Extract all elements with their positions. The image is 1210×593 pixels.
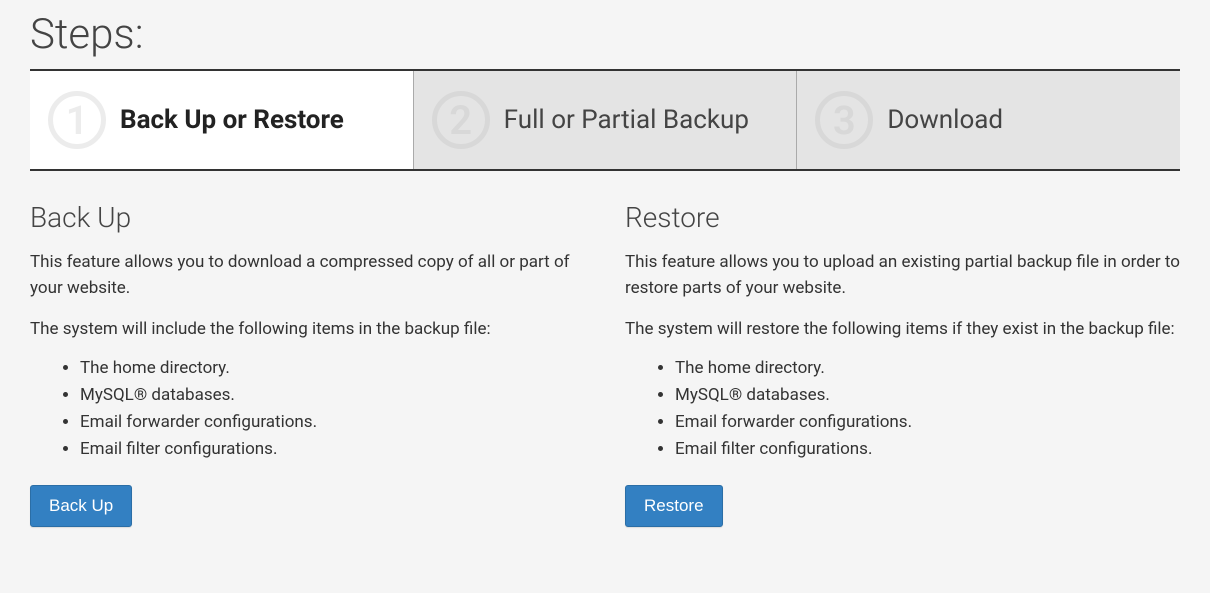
step-number-icon: 1 — [48, 91, 106, 149]
list-item: MySQL® databases. — [675, 382, 1180, 409]
step-number-icon: 3 — [815, 91, 873, 149]
content-columns: Back Up This feature allows you to downl… — [30, 201, 1180, 527]
backup-description: This feature allows you to download a co… — [30, 250, 585, 301]
backup-button[interactable]: Back Up — [30, 485, 132, 527]
step-tab-3[interactable]: 3 Download — [797, 71, 1180, 169]
step-label: Full or Partial Backup — [504, 105, 749, 135]
backup-list-intro: The system will include the following it… — [30, 317, 585, 343]
list-item: Email forwarder configurations. — [80, 409, 585, 436]
step-label: Back Up or Restore — [120, 105, 344, 135]
backup-item-list: The home directory. MySQL® databases. Em… — [80, 355, 585, 464]
steps-row: 1 Back Up or Restore 2 Full or Partial B… — [30, 69, 1180, 171]
list-item: MySQL® databases. — [80, 382, 585, 409]
restore-button[interactable]: Restore — [625, 485, 723, 527]
restore-description: This feature allows you to upload an exi… — [625, 250, 1180, 301]
restore-list-intro: The system will restore the following it… — [625, 317, 1180, 343]
list-item: Email filter configurations. — [80, 436, 585, 463]
restore-column: Restore This feature allows you to uploa… — [625, 201, 1180, 527]
restore-item-list: The home directory. MySQL® databases. Em… — [675, 355, 1180, 464]
step-tab-2[interactable]: 2 Full or Partial Backup — [414, 71, 798, 169]
step-tab-1[interactable]: 1 Back Up or Restore — [30, 71, 414, 169]
backup-column: Back Up This feature allows you to downl… — [30, 201, 585, 527]
step-label: Download — [887, 105, 1003, 135]
backup-title: Back Up — [30, 201, 585, 234]
page-title: Steps: — [30, 10, 1180, 59]
list-item: The home directory. — [80, 355, 585, 382]
step-number-icon: 2 — [432, 91, 490, 149]
list-item: Email forwarder configurations. — [675, 409, 1180, 436]
list-item: The home directory. — [675, 355, 1180, 382]
restore-title: Restore — [625, 201, 1180, 234]
list-item: Email filter configurations. — [675, 436, 1180, 463]
